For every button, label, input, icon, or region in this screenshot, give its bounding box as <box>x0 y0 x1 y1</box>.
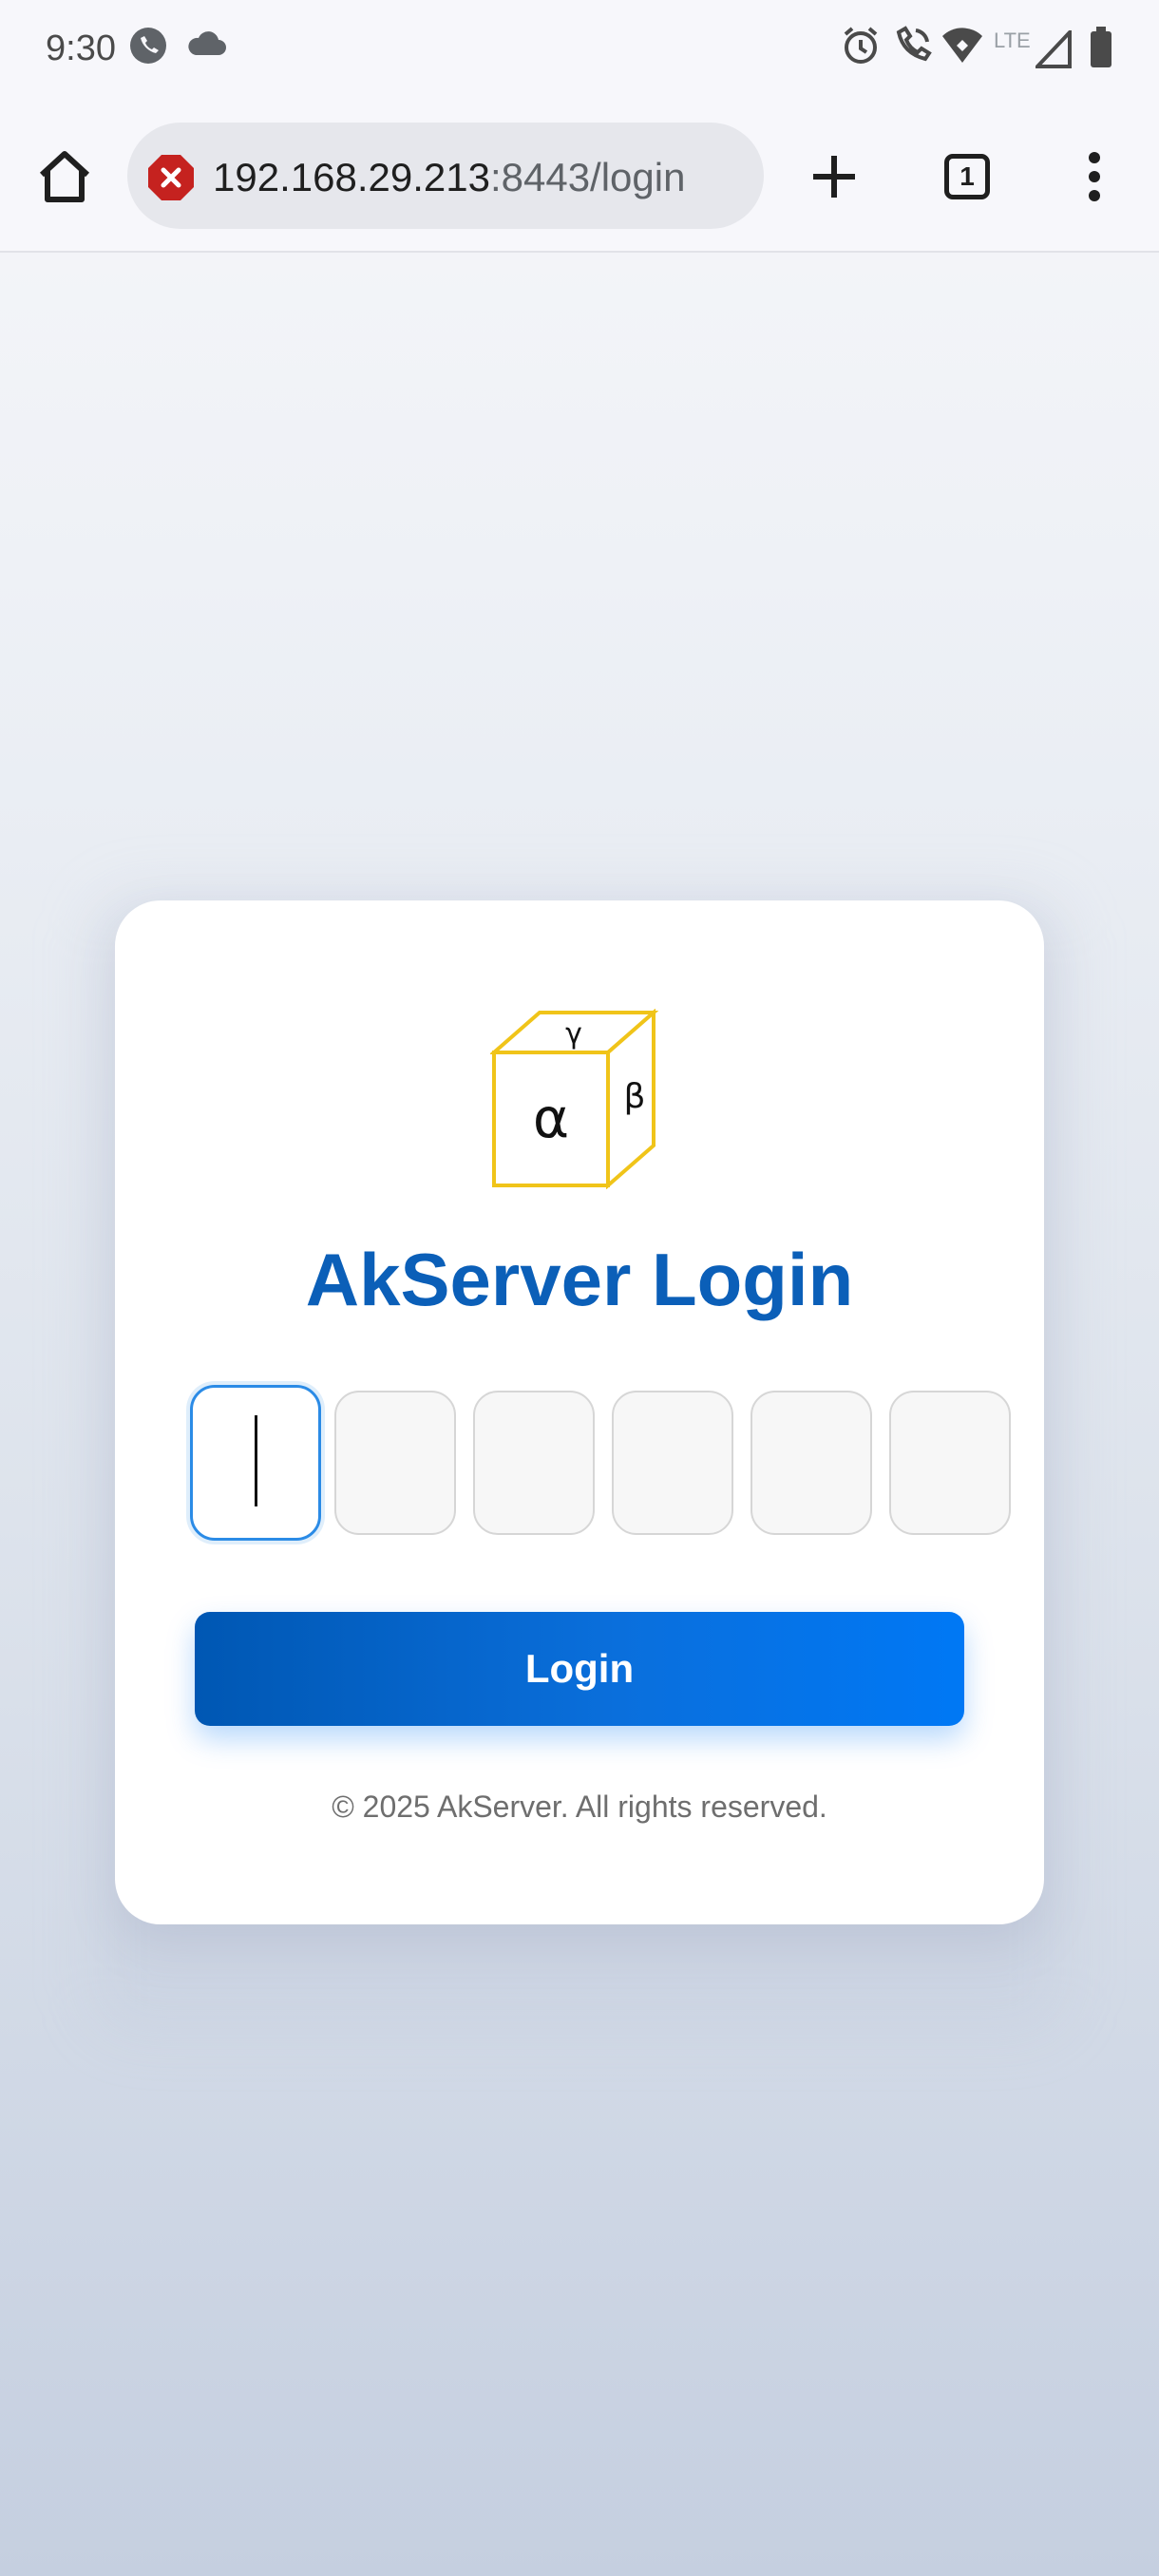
wifi-icon <box>940 25 984 71</box>
signal-icon <box>1033 27 1074 73</box>
otp-digit-4[interactable] <box>612 1391 733 1535</box>
logo-gamma: γ <box>565 1017 582 1051</box>
status-bar: 9:30 LTE <box>0 0 1159 101</box>
logo-beta: β <box>624 1077 646 1116</box>
otp-digit-2[interactable] <box>334 1391 456 1535</box>
text-caret <box>255 1415 257 1506</box>
otp-digit-3[interactable] <box>473 1391 595 1535</box>
page-title: AkServer Login <box>305 1238 854 1321</box>
home-icon <box>39 151 90 202</box>
copyright-footer: © 2025 AkServer. All rights reserved. <box>332 1790 827 1824</box>
cube-logo-icon: α γ β <box>490 1009 659 1189</box>
browser-toolbar: 192.168.29.213:8443/login 1 <box>0 101 1159 253</box>
network-type-label: LTE <box>994 28 1031 52</box>
login-button[interactable]: Login <box>195 1612 964 1726</box>
new-tab-button[interactable] <box>804 146 864 207</box>
status-time: 9:30 <box>46 28 116 68</box>
wifi-call-icon <box>891 25 933 71</box>
more-menu-button[interactable] <box>1064 146 1125 207</box>
logo-alpha: α <box>533 1086 569 1150</box>
plus-icon <box>813 156 855 198</box>
otp-digit-5[interactable] <box>750 1391 872 1535</box>
more-vert-icon <box>1089 152 1100 201</box>
battery-icon <box>1089 27 1113 73</box>
url-host: 192.168.29.213 <box>213 155 490 199</box>
tab-switcher-button[interactable]: 1 <box>937 146 998 207</box>
cloud-icon <box>186 28 228 66</box>
tabs-icon: 1 <box>944 154 990 199</box>
otp-digit-6[interactable] <box>889 1391 1011 1535</box>
alarm-icon <box>840 25 882 71</box>
not-secure-icon[interactable] <box>146 153 196 202</box>
login-card: α γ β AkServer Login Login © 2025 AkServ… <box>115 900 1044 1924</box>
address-bar[interactable]: 192.168.29.213:8443/login <box>127 123 764 229</box>
call-icon <box>127 25 169 71</box>
url-path: :8443/login <box>489 155 686 199</box>
url-text[interactable]: 192.168.29.213:8443/login <box>213 155 685 200</box>
home-button[interactable] <box>34 146 95 207</box>
